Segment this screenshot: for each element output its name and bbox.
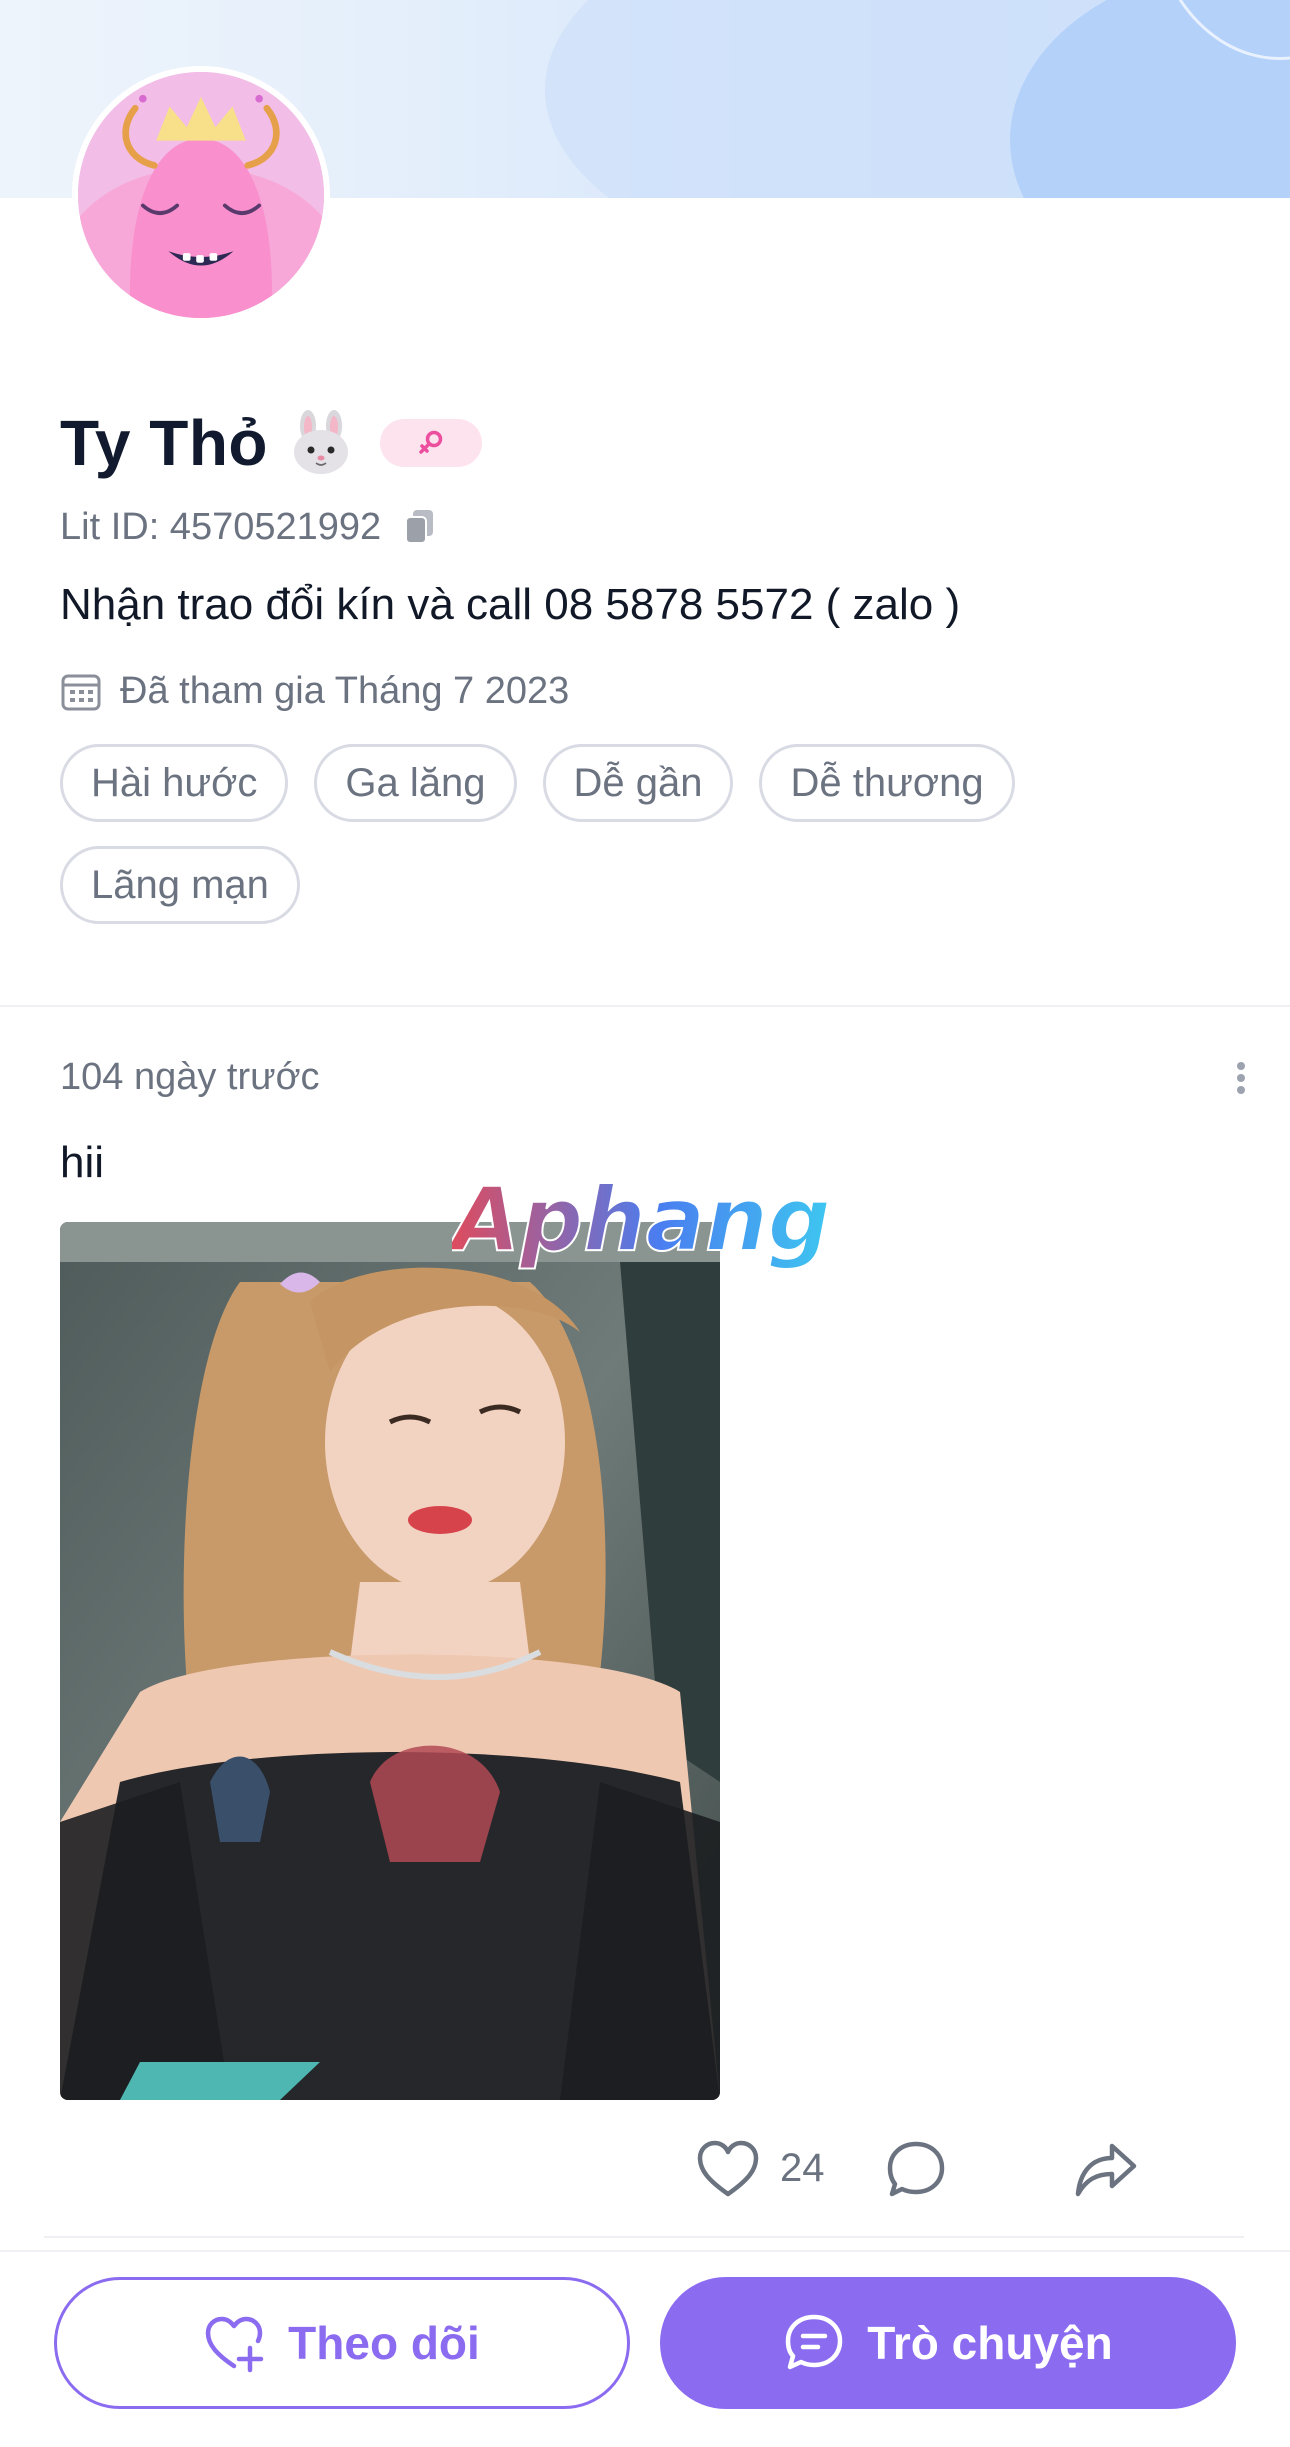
profile-name: Ty Thỏ (60, 407, 268, 479)
rabbit-face-icon (288, 410, 354, 476)
heart-plus-icon (205, 2316, 264, 2373)
joined-row: Đã tham gia Tháng 7 2023 (60, 666, 569, 716)
tag-chip[interactable]: Dễ thương (759, 744, 1015, 822)
post-text: hii (60, 1138, 105, 1187)
tag-chip[interactable]: Dễ gần (542, 744, 734, 822)
follow-label: Theo dõi (288, 2317, 480, 2369)
post-timestamp: 104 ngày trước (60, 1056, 320, 1098)
personality-tags: Hài hước Ga lăng Dễ gần Dễ thương Lãng m… (60, 744, 1200, 924)
chat-bubble-icon (786, 2314, 843, 2370)
watermark-logo: Aphang (452, 1168, 832, 1272)
joined-date: Đã tham gia Tháng 7 2023 (120, 669, 570, 712)
tag-chip[interactable]: Ga lăng (314, 744, 517, 822)
like-count: 24 (780, 2146, 825, 2190)
comment-icon[interactable] (884, 2138, 948, 2202)
tag-chip[interactable]: Lãng mạn (60, 846, 300, 924)
watermark-text: Aphang (452, 1168, 831, 1271)
female-symbol-icon (419, 430, 443, 454)
share-icon[interactable] (1072, 2138, 1140, 2202)
lit-id-row: Lit ID: 4570521992 (60, 502, 437, 552)
tag-chip[interactable]: Hài hước (60, 744, 289, 822)
calendar-icon (60, 670, 102, 712)
profile-bio: Nhận trao đổi kín và call 08 5878 5572 (… (60, 580, 961, 629)
copy-icon[interactable] (403, 508, 437, 546)
more-options-icon[interactable] (1226, 1058, 1256, 1098)
chat-button[interactable]: Trò chuyện (660, 2277, 1236, 2409)
monster-avatar-icon (78, 72, 324, 318)
follow-button[interactable]: Theo dõi (54, 2277, 630, 2409)
selfie-photo (60, 1222, 720, 2100)
profile-name-row: Ty Thỏ (60, 403, 482, 483)
bottom-action-bar: Theo dõi Trò chuyện (0, 2250, 1290, 2447)
post-actions: 24 (0, 2138, 1290, 2208)
chat-label: Trò chuyện (867, 2317, 1113, 2369)
post-photo[interactable] (60, 1222, 720, 2100)
actions-divider (44, 2236, 1244, 2238)
gender-badge (380, 419, 482, 467)
heart-icon[interactable] (696, 2138, 760, 2202)
avatar[interactable] (72, 66, 330, 324)
section-divider (0, 1005, 1290, 1007)
lit-id: Lit ID: 4570521992 (60, 505, 382, 548)
